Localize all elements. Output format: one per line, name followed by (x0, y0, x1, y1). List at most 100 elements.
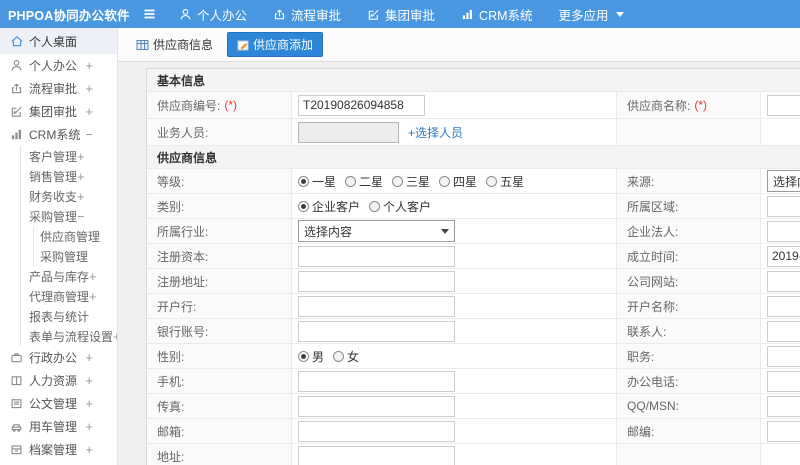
expand-toggle[interactable]: + (85, 442, 93, 457)
topnav-process-approval[interactable]: 流程审批 (273, 5, 341, 24)
hamburger-icon[interactable] (142, 7, 157, 21)
sidebar-item-finance[interactable]: 财务收支 + (21, 186, 117, 206)
level-option-4[interactable]: 四星 (439, 173, 477, 190)
zipcode-input[interactable] (767, 420, 800, 442)
gender-label: 性别: (147, 344, 292, 368)
industry-select[interactable]: 选择内容 (298, 220, 455, 242)
sidebar-item-purchase[interactable]: 采购管理 (34, 246, 117, 266)
supplier-no-input[interactable] (298, 94, 425, 116)
gender-option-female[interactable]: 女 (333, 348, 359, 365)
sidebar-item-archive-mgmt[interactable]: 档案管理 + (0, 438, 117, 461)
sidebar-item-vehicle-mgmt[interactable]: 用车管理 + (0, 415, 117, 438)
chart-icon (10, 128, 24, 142)
sidebar: 个人桌面 个人办公 + 流程审批 + 集团审批 + CRM系统 − 客户管理 +… (0, 28, 118, 465)
sidebar-item-personal-desktop[interactable]: 个人桌面 (0, 28, 117, 54)
address-input[interactable] (298, 445, 455, 465)
source-label: 来源: (617, 169, 761, 193)
sidebar-item-document-mgmt[interactable]: 公文管理 + (0, 392, 117, 415)
radio-icon (392, 175, 404, 187)
form-row: 手机: 办公电话: (147, 369, 800, 394)
mobile-input[interactable] (298, 370, 455, 392)
region-label: 所属区域: (617, 194, 761, 218)
sidebar-item-personal-office[interactable]: 个人办公 + (0, 54, 117, 77)
collapse-toggle[interactable]: − (85, 127, 93, 142)
expand-toggle[interactable]: + (77, 149, 85, 164)
app-logo: PHPOA协同办公软件 (8, 8, 130, 23)
legal-person-input[interactable] (767, 220, 800, 242)
founded-date-input[interactable] (767, 245, 800, 267)
sidebar-item-purchase-mgmt[interactable]: 采购管理 − (21, 206, 117, 226)
gender-radio-group: 男 女 (298, 348, 359, 365)
sidebar-item-crm[interactable]: CRM系统 − (0, 123, 117, 146)
gender-option-male[interactable]: 男 (298, 348, 324, 365)
sidebar-item-group-approval[interactable]: 集团审批 + (0, 100, 117, 123)
home-icon (10, 34, 24, 48)
level-option-5[interactable]: 五星 (486, 173, 524, 190)
expand-toggle[interactable]: + (89, 269, 97, 284)
fax-label: 传真: (147, 394, 292, 418)
sidebar-item-reports[interactable]: 报表与统计 (21, 306, 117, 326)
supplier-name-input[interactable] (767, 94, 800, 116)
source-select[interactable]: 选择内容 (767, 170, 800, 192)
category-option-2[interactable]: 个人客户 (369, 198, 431, 215)
sidebar-item-process-approval[interactable]: 流程审批 + (0, 77, 117, 100)
document-icon (10, 397, 24, 411)
expand-toggle[interactable]: + (85, 104, 93, 119)
section-title-supplier: 供应商信息 (157, 150, 218, 165)
reg-address-input[interactable] (298, 270, 455, 292)
sidebar-item-product-inventory[interactable]: 产品与库存 + (21, 266, 117, 286)
topnav-group-approval[interactable]: 集团审批 (367, 5, 435, 24)
expand-toggle[interactable]: + (85, 373, 93, 388)
topnav-crm[interactable]: CRM系统 (461, 5, 533, 24)
topnav-more-apps[interactable]: 更多应用 (559, 5, 624, 24)
qq-input[interactable] (767, 395, 800, 417)
category-option-1[interactable]: 企业客户 (298, 198, 360, 215)
expand-toggle[interactable]: + (77, 169, 85, 184)
level-option-3[interactable]: 三星 (392, 173, 430, 190)
sidebar-item-hr[interactable]: 人力资源 + (0, 369, 117, 392)
website-input[interactable] (767, 270, 800, 292)
level-option-2[interactable]: 二星 (345, 173, 383, 190)
email-input[interactable] (298, 420, 455, 442)
tab-bar: 供应商信息 供应商添加 (118, 28, 800, 62)
expand-toggle[interactable]: + (85, 58, 93, 73)
topnav-personal-office[interactable]: 个人办公 (179, 5, 247, 24)
sidebar-item-admin-office[interactable]: 行政办公 + (0, 346, 117, 369)
form-row: 银行账号: 联系人: (147, 319, 800, 344)
person-icon (10, 59, 24, 73)
office-phone-label: 办公电话: (617, 369, 761, 393)
caret-down-icon (615, 11, 624, 17)
sidebar-item-sales-mgmt[interactable]: 销售管理 + (21, 166, 117, 186)
fax-input[interactable] (298, 395, 455, 417)
bank-account-input[interactable] (298, 320, 455, 342)
office-phone-input[interactable] (767, 370, 800, 392)
website-label: 公司网站: (617, 269, 761, 293)
tab-supplier-info[interactable]: 供应商信息 (130, 33, 219, 56)
staff-input[interactable] (298, 121, 399, 143)
caret-down-icon (441, 228, 449, 234)
zipcode-label: 邮编: (617, 419, 761, 443)
expand-toggle[interactable]: + (89, 289, 97, 304)
sidebar-item-agent-mgmt[interactable]: 代理商管理 + (21, 286, 117, 306)
expand-toggle[interactable]: + (77, 189, 85, 204)
contact-label: 联系人: (617, 319, 761, 343)
sidebar-item-supplier-mgmt[interactable]: 供应商管理 (34, 226, 117, 246)
reg-capital-input[interactable] (298, 245, 455, 267)
sidebar-item-form-process-settings[interactable]: 表单与流程设置 + (21, 326, 117, 346)
tab-supplier-add[interactable]: 供应商添加 (227, 32, 324, 57)
bank-input[interactable] (298, 295, 455, 317)
expand-toggle[interactable]: + (85, 350, 93, 365)
position-input[interactable] (767, 345, 800, 367)
radio-checked-icon (298, 175, 309, 187)
collapse-toggle[interactable]: − (77, 209, 85, 224)
expand-toggle[interactable]: + (85, 419, 93, 434)
expand-toggle[interactable]: + (85, 81, 93, 96)
level-option-1[interactable]: 一星 (298, 173, 336, 190)
contact-input[interactable] (767, 320, 800, 342)
sidebar-item-customer-mgmt[interactable]: 客户管理 + (21, 146, 117, 166)
expand-toggle[interactable]: + (85, 396, 93, 411)
account-name-input[interactable] (767, 295, 800, 317)
region-input[interactable] (767, 195, 800, 217)
chart-icon (461, 8, 474, 21)
choose-staff-link[interactable]: +选择人员 (408, 124, 463, 141)
